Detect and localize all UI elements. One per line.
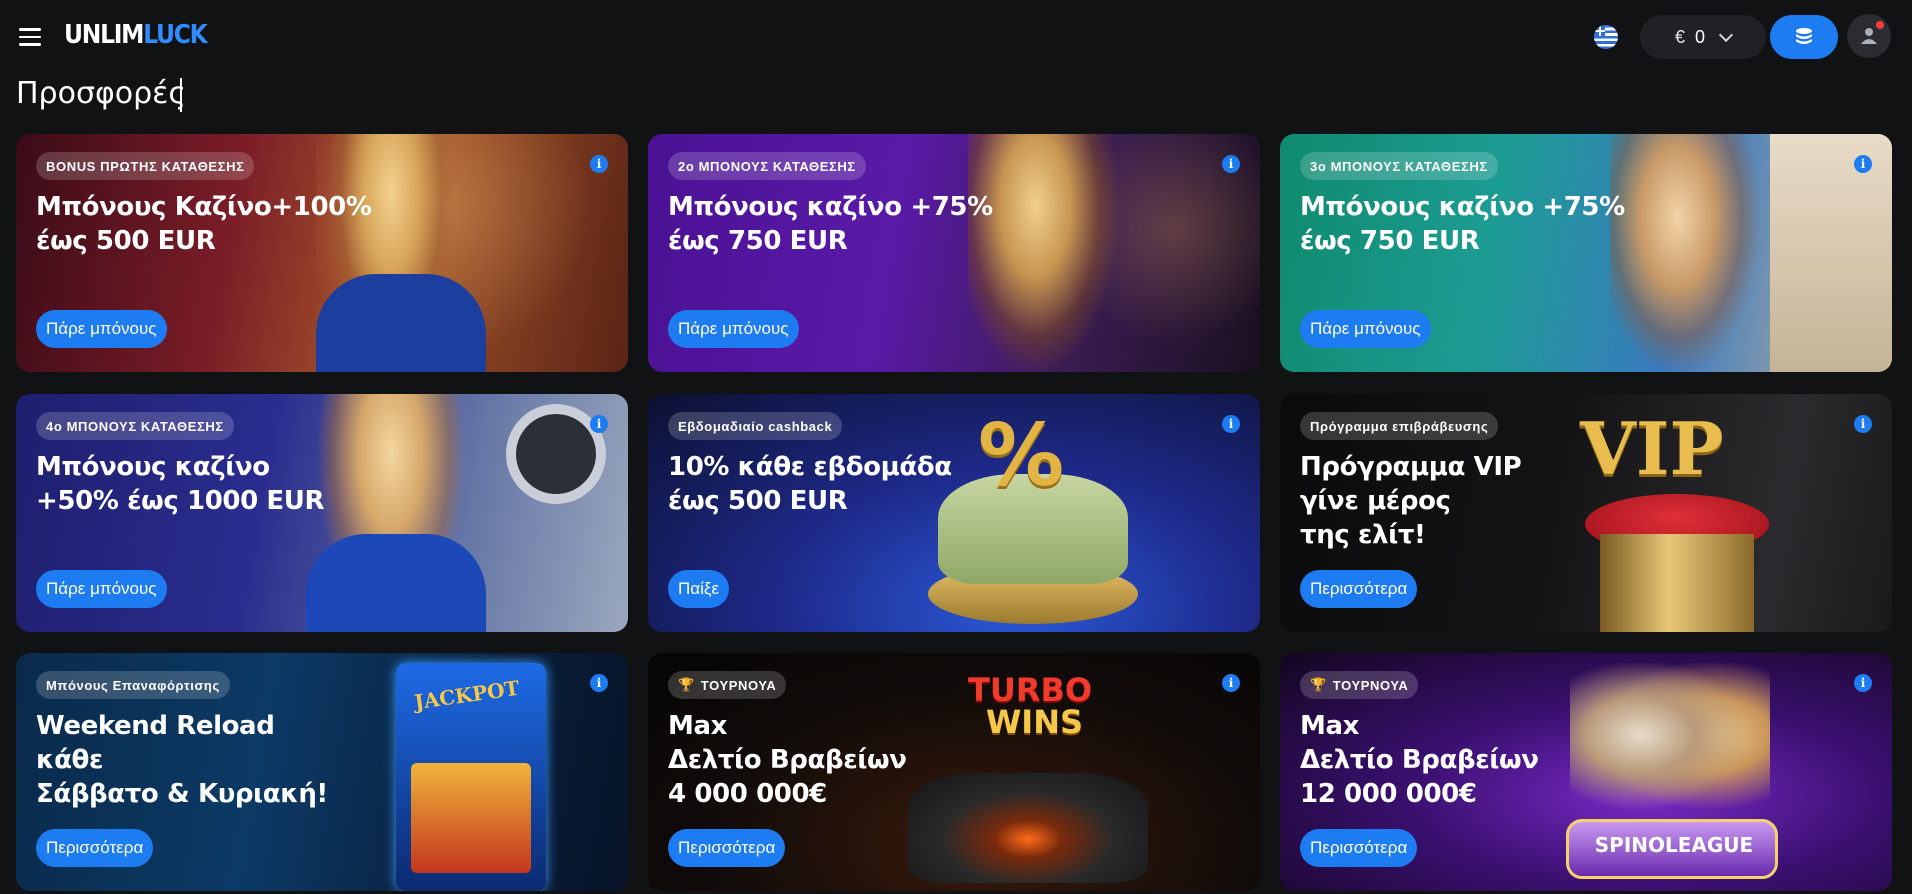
promo-badge-label: ΤΟΥΡΝΟΥΑ xyxy=(1332,677,1409,693)
more-button[interactable]: Περισσότερα xyxy=(1300,570,1418,608)
promo-badge: 2ο ΜΠΟΝΟΥΣ ΚΑΤΑΘΕΣΗΣ xyxy=(668,152,866,180)
user-icon xyxy=(1861,28,1877,44)
promo-headline: Weekend Reload κάθε Σάββατο & Κυριακή! xyxy=(36,711,328,809)
trophy-icon: 🏆 xyxy=(1310,677,1327,692)
info-icon[interactable]: i xyxy=(1222,674,1240,692)
promo-badge: Πρόγραμμα επιβράβευσης xyxy=(1300,412,1499,440)
promo-headline: Πρόγραμμα VIP γίνε μέρος της ελίτ! xyxy=(1300,452,1522,550)
balance-currency: € xyxy=(1674,26,1685,47)
promo-card-4th-deposit[interactable]: 4ο ΜΠΟΝΟΥΣ ΚΑΤΑΘΕΣΗΣ i Μπόνους καζίνο +5… xyxy=(16,394,628,632)
get-bonus-button[interactable]: Πάρε μπόνους xyxy=(36,570,167,608)
balance-amount: 0 xyxy=(1695,26,1706,47)
promo-headline: 10% κάθε εβδομάδα έως 500 EUR xyxy=(668,452,952,516)
chevron-down-icon xyxy=(1718,27,1734,43)
info-icon[interactable]: i xyxy=(1854,155,1872,173)
promo-headline: Max Δελτίο Βραβείων 4 000 000€ xyxy=(668,711,907,809)
get-bonus-button[interactable]: Πάρε μπόνους xyxy=(668,310,799,348)
deposit-button[interactable] xyxy=(1770,15,1838,59)
text-caret xyxy=(180,78,182,112)
trophy-icon: 🏆 xyxy=(678,677,695,692)
info-icon[interactable]: i xyxy=(1222,415,1240,433)
menu-icon[interactable] xyxy=(19,27,41,47)
spinoleague-logo-text: SPINOLEAGUE xyxy=(1594,833,1754,857)
promo-badge: 3ο ΜΠΟΝΟΥΣ ΚΑΤΑΘΕΣΗΣ xyxy=(1300,152,1498,180)
top-bar: UNLIMLUCK € 0 xyxy=(0,0,1912,74)
play-button[interactable]: Παίξε xyxy=(668,570,730,608)
promo-headline: Μπόνους καζίνο +75% έως 750 EUR xyxy=(668,192,993,256)
info-icon[interactable]: i xyxy=(1222,155,1240,173)
promo-badge: 🏆 ΤΟΥΡΝΟΥΑ xyxy=(1300,671,1419,699)
more-button[interactable]: Περισσότερα xyxy=(36,829,154,867)
promo-card-tournament-turbo[interactable]: TURBO WINS 🏆 ΤΟΥΡΝΟΥΑ i Max Δελτίο Βραβεί… xyxy=(648,653,1260,891)
promo-card-weekly-cashback[interactable]: % Εβδομαδιαίο cashback i 10% κάθε εβδομά… xyxy=(648,394,1260,632)
more-button[interactable]: Περισσότερα xyxy=(1300,829,1418,867)
profile-button[interactable] xyxy=(1847,14,1891,58)
promo-badge: Εβδομαδιαίο cashback xyxy=(668,412,843,440)
greek-flag-icon[interactable] xyxy=(1594,25,1618,49)
coins-icon xyxy=(1796,28,1812,44)
promo-card-2nd-deposit[interactable]: 2ο ΜΠΟΝΟΥΣ ΚΑΤΑΘΕΣΗΣ i Μπόνους καζίνο +7… xyxy=(648,134,1260,372)
promo-headline: Μπόνους Καζίνο+100% έως 500 EUR xyxy=(36,192,372,256)
info-icon[interactable]: i xyxy=(590,674,608,692)
notification-dot xyxy=(1876,21,1884,29)
page-title: Προσφορές xyxy=(16,76,186,111)
promo-card-reload-bonus[interactable]: JACKPOT Μπόνους Επαναφόρτισης i Weekend … xyxy=(16,653,628,891)
more-button[interactable]: Περισσότερα xyxy=(668,829,786,867)
balance-dropdown[interactable]: € 0 xyxy=(1640,15,1766,59)
promo-card-vip-program[interactable]: VIP Πρόγραμμα επιβράβευσης i Πρόγραμμα V… xyxy=(1280,394,1892,632)
promo-badge: 4ο ΜΠΟΝΟΥΣ ΚΑΤΑΘΕΣΗΣ xyxy=(36,412,234,440)
promo-card-3rd-deposit[interactable]: 3ο ΜΠΟΝΟΥΣ ΚΑΤΑΘΕΣΗΣ i Μπόνους καζίνο +7… xyxy=(1280,134,1892,372)
promo-card-first-deposit[interactable]: BONUS ΠΡΩΤΗΣ ΚΑΤΑΘΕΣΗΣ i Μπόνους Καζίνο+… xyxy=(16,134,628,372)
promo-badge: 🏆 ΤΟΥΡΝΟΥΑ xyxy=(668,671,787,699)
promo-badge: Μπόνους Επαναφόρτισης xyxy=(36,671,230,699)
promo-headline: Μπόνους καζίνο +75% έως 750 EUR xyxy=(1300,192,1625,256)
info-icon[interactable]: i xyxy=(1854,674,1872,692)
promo-badge: BONUS ΠΡΩΤΗΣ ΚΑΤΑΘΕΣΗΣ xyxy=(36,152,255,180)
promo-card-tournament-spinoleague[interactable]: SPINOLEAGUE 🏆 ΤΟΥΡΝΟΥΑ i Max Δελτίο Βραβε… xyxy=(1280,653,1892,891)
get-bonus-button[interactable]: Πάρε μπόνους xyxy=(1300,310,1431,348)
promo-badge-label: ΤΟΥΡΝΟΥΑ xyxy=(700,677,777,693)
promo-headline: Max Δελτίο Βραβείων 12 000 000€ xyxy=(1300,711,1539,809)
logo-part1: UNLIM xyxy=(64,20,144,50)
logo[interactable]: UNLIMLUCK xyxy=(64,20,208,50)
info-icon[interactable]: i xyxy=(590,155,608,173)
info-icon[interactable]: i xyxy=(1854,415,1872,433)
get-bonus-button[interactable]: Πάρε μπόνους xyxy=(36,310,167,348)
promo-headline: Μπόνους καζίνο +50% έως 1000 EUR xyxy=(36,452,325,516)
logo-part2: LUCK xyxy=(143,20,208,50)
info-icon[interactable]: i xyxy=(590,415,608,433)
